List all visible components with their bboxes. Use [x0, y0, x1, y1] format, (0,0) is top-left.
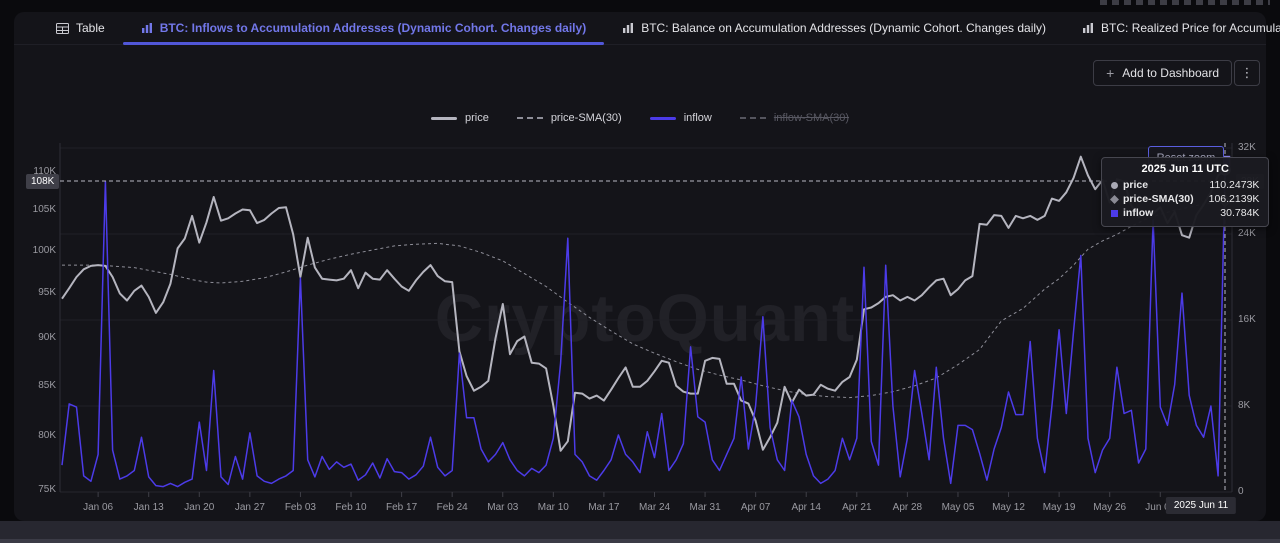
- diamond-marker-icon: [1110, 194, 1119, 204]
- active-tab-underline: [122, 42, 605, 45]
- table-icon: [56, 22, 69, 34]
- kebab-icon: ⋮: [1240, 65, 1254, 80]
- date-axis-pointer-badge: 2025 Jun 11: [1165, 497, 1237, 514]
- tooltip-price-sma-value: 106.2139K: [1208, 193, 1260, 205]
- cryptoquant-watermark: CryptoQuant: [434, 281, 856, 356]
- tab-btc-inflows[interactable]: BTC: Inflows to Accumulation Addresses (…: [122, 12, 605, 45]
- left-axis-pointer-badge: 108K: [26, 174, 60, 189]
- tab-btc-realized-price[interactable]: BTC: Realized Price for Accumulation Add…: [1064, 12, 1280, 44]
- add-to-dashboard-button[interactable]: + Add to Dashboard: [1093, 60, 1232, 86]
- tooltip-price-name: price: [1123, 179, 1149, 191]
- chart-tooltip: 2025 Jun 11 UTC price 110.2473K price-SM…: [1101, 157, 1270, 227]
- square-marker-icon: [1111, 209, 1118, 217]
- circle-marker-icon: [1111, 181, 1118, 189]
- plus-icon: +: [1106, 65, 1115, 81]
- chart-legend: price price-SMA(30) inflow inflow-SMA(30…: [14, 112, 1266, 124]
- tab-table[interactable]: Table: [38, 12, 123, 44]
- legend-inflow-sma-label: inflow-SMA(30): [773, 112, 850, 124]
- tooltip-row-price-sma: price-SMA(30) 106.2139K: [1110, 192, 1260, 206]
- legend-price-label: price: [464, 112, 489, 124]
- tab-btc-realized-price-label: BTC: Realized Price for Accumulation Add…: [1101, 21, 1280, 35]
- legend-inflow-label: inflow: [683, 112, 712, 124]
- bar-chart-icon: [141, 22, 153, 34]
- kebab-menu-button[interactable]: ⋮: [1234, 60, 1260, 86]
- legend-item-inflow[interactable]: inflow: [649, 112, 712, 124]
- tab-table-label: Table: [76, 21, 105, 35]
- tooltip-inflow-value: 30.784K: [1220, 207, 1260, 219]
- tooltip-date-title: 2025 Jun 11 UTC: [1141, 163, 1229, 175]
- bar-chart-icon: [1082, 22, 1094, 34]
- legend-item-price-sma[interactable]: price-SMA(30): [516, 112, 622, 124]
- tab-bar: Table BTC: Inflows to Accumulation Addre…: [14, 12, 1280, 45]
- legend-price-sma-label: price-SMA(30): [550, 112, 622, 124]
- chart-panel: Table BTC: Inflows to Accumulation Addre…: [14, 12, 1280, 521]
- tooltip-price-value: 110.2473K: [1209, 179, 1260, 191]
- legend-item-inflow-sma[interactable]: inflow-SMA(30): [739, 112, 850, 124]
- tab-btc-inflows-label: BTC: Inflows to Accumulation Addresses (…: [159, 21, 587, 35]
- legend-item-price[interactable]: price: [430, 112, 489, 124]
- tab-btc-balance[interactable]: BTC: Balance on Accumulation Addresses (…: [604, 12, 1064, 44]
- tooltip-price-sma-name: price-SMA(30): [1123, 193, 1194, 205]
- tooltip-inflow-name: inflow: [1123, 207, 1154, 219]
- price-sma-line-swatch: [516, 117, 543, 119]
- clipped-header-text: [1100, 0, 1270, 5]
- bar-chart-icon: [622, 22, 634, 34]
- tooltip-row-price: price 110.2473K: [1111, 178, 1259, 192]
- tooltip-row-inflow: inflow 30.784K: [1111, 206, 1259, 220]
- price-line-swatch: [430, 116, 457, 120]
- inflow-line-swatch: [649, 116, 676, 120]
- inflow-sma-line-swatch: [739, 117, 766, 119]
- cryptoquant-chart-page: Table BTC: Inflows to Accumulation Addre…: [0, 0, 1280, 543]
- tab-btc-balance-label: BTC: Balance on Accumulation Addresses (…: [641, 21, 1047, 35]
- page-bottom-edge: [0, 539, 1280, 543]
- add-to-dashboard-label: Add to Dashboard: [1122, 66, 1219, 80]
